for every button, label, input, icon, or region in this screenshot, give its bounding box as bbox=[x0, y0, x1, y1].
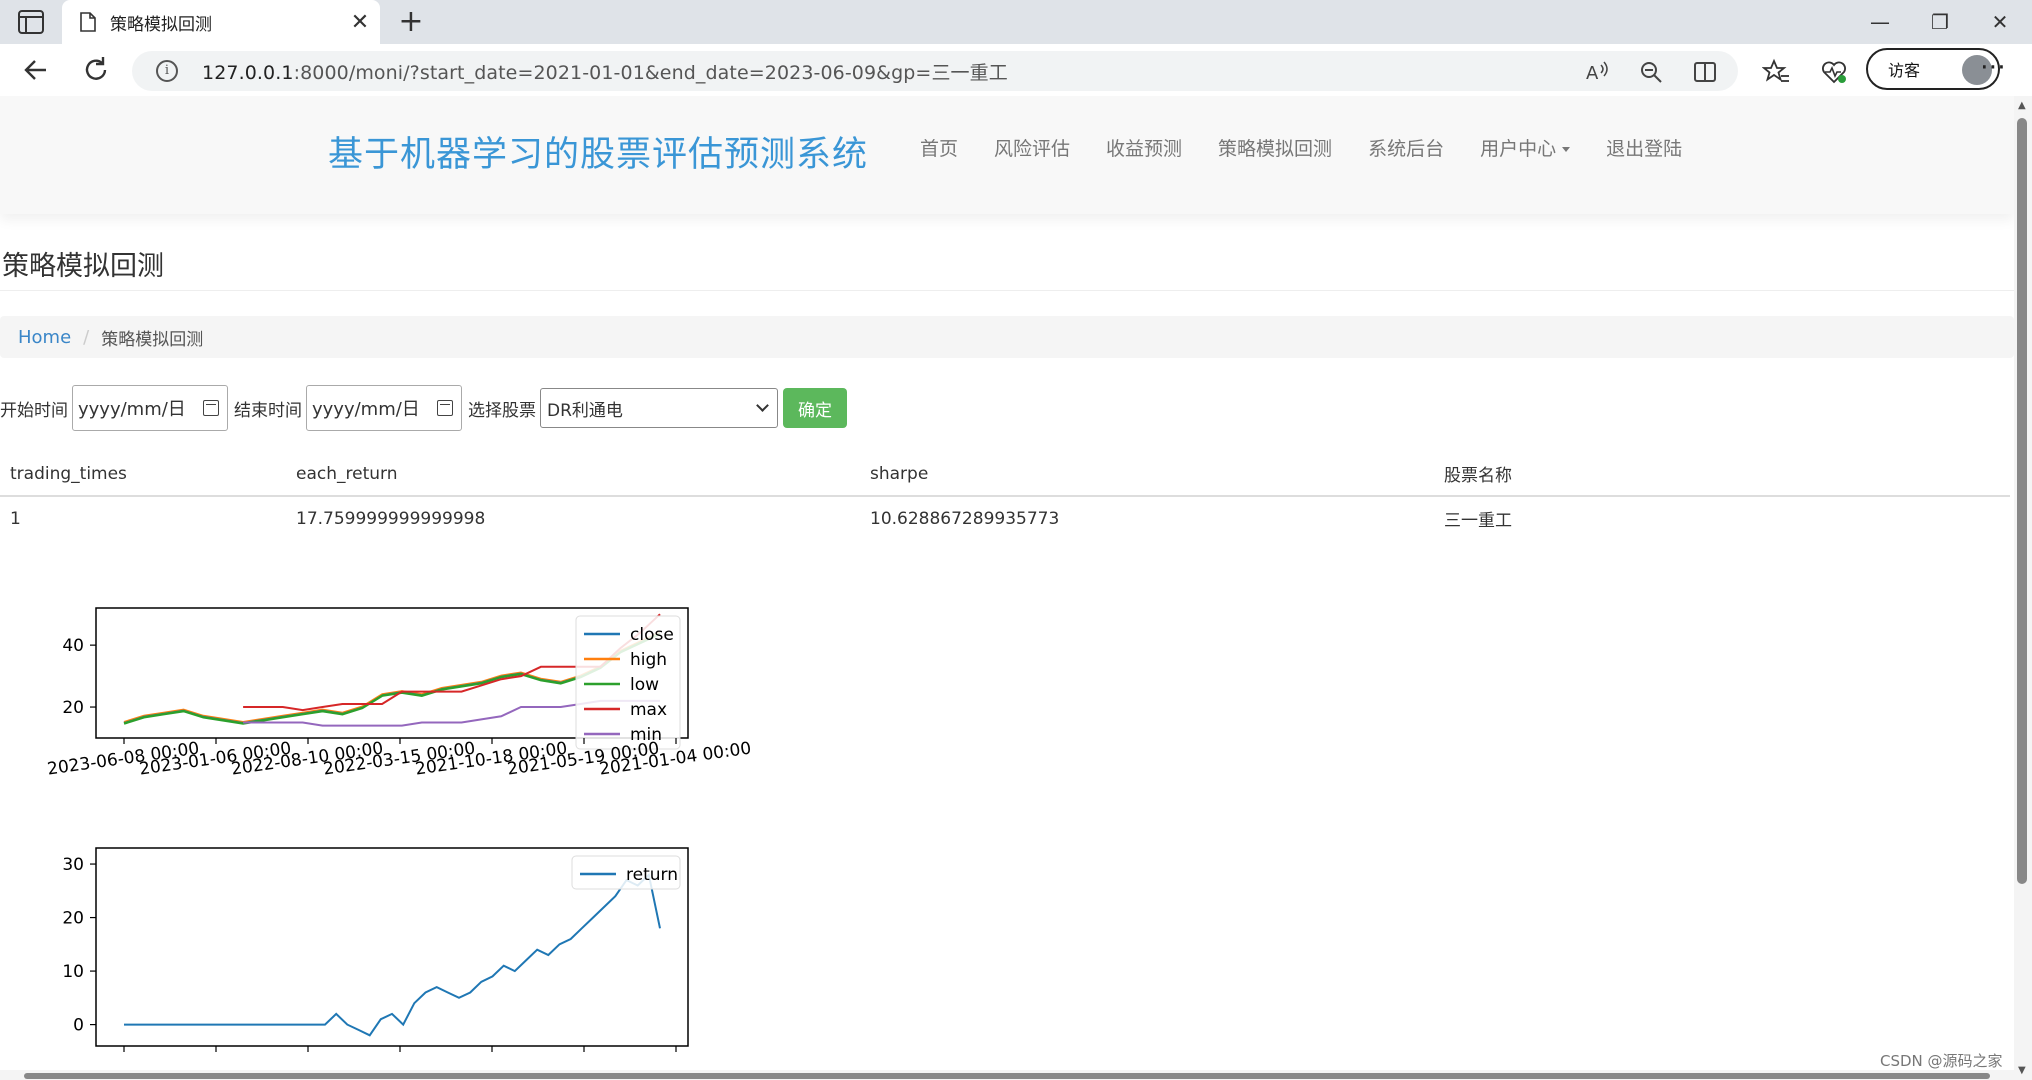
result-table: trading_times each_return sharpe 股票名称 1 … bbox=[0, 452, 2010, 540]
end-date-label: 结束时间 bbox=[234, 400, 302, 421]
nav-item-admin[interactable]: 系统后台 bbox=[1368, 134, 1444, 161]
col-header-sharpe: sharpe bbox=[860, 452, 1434, 497]
cell-trading-times: 1 bbox=[10, 508, 21, 529]
breadcrumb-home[interactable]: Home bbox=[18, 327, 71, 348]
chevron-down-icon bbox=[756, 399, 769, 412]
divider bbox=[0, 290, 2014, 291]
cell-sharpe: 10.628867289935773 bbox=[870, 508, 1060, 529]
col-header-stock-name: 股票名称 bbox=[1434, 452, 2010, 497]
end-date-placeholder: yyyy/mm/日 bbox=[312, 399, 420, 420]
tab-title: 策略模拟回测 bbox=[110, 14, 212, 35]
split-screen-icon[interactable] bbox=[1692, 59, 1718, 85]
table-header-row: trading_times each_return sharpe 股票名称 bbox=[0, 452, 2010, 497]
legend-label: max bbox=[630, 700, 667, 720]
read-aloud-icon[interactable]: A bbox=[1584, 59, 1610, 85]
user-center-label: 用户中心 bbox=[1480, 138, 1557, 160]
breadcrumb-separator: / bbox=[83, 326, 90, 348]
site-brand[interactable]: 基于机器学习的股票评估预测系统 bbox=[328, 126, 868, 177]
url-field[interactable]: i 127.0.0.1:8000/moni/?start_date=2021-0… bbox=[132, 51, 1738, 91]
nav-item-backtest[interactable]: 策略模拟回测 bbox=[1218, 134, 1332, 161]
health-icon[interactable] bbox=[1820, 58, 1848, 86]
address-bar-row: i 127.0.0.1:8000/moni/?start_date=2021-0… bbox=[0, 44, 2032, 96]
stock-select[interactable]: DR利通电 bbox=[540, 388, 778, 428]
zoom-icon[interactable] bbox=[1638, 59, 1664, 85]
nav-item-forecast[interactable]: 收益预测 bbox=[1106, 134, 1182, 161]
browser-tab-bar: 策略模拟回测 ✕ + — ❐ ✕ bbox=[0, 0, 2032, 44]
legend-label: low bbox=[630, 675, 659, 695]
scroll-down-icon[interactable]: ▼ bbox=[2018, 1065, 2026, 1076]
nav-item-home[interactable]: 首页 bbox=[920, 134, 958, 161]
y-tick-label: 20 bbox=[62, 698, 84, 718]
filter-form: 开始时间 yyyy/mm/日 结束时间 yyyy/mm/日 选择股票 DR利通电… bbox=[0, 384, 847, 432]
url-path: :8000/moni/?start_date=2021-01-01&end_da… bbox=[293, 61, 1008, 84]
start-date-input[interactable]: yyyy/mm/日 bbox=[72, 385, 228, 431]
nav-item-user-center[interactable]: 用户中心 bbox=[1480, 134, 1571, 161]
page-title: 策略模拟回测 bbox=[2, 251, 164, 282]
horizontal-scrollbar[interactable] bbox=[0, 1070, 2014, 1080]
sidebar-icon[interactable] bbox=[18, 10, 44, 34]
browser-tab[interactable]: 策略模拟回测 ✕ bbox=[62, 0, 380, 44]
scrollbar-thumb[interactable] bbox=[24, 1073, 1990, 1079]
y-tick-label: 30 bbox=[62, 855, 84, 875]
watermark: CSDN @源码之家 bbox=[1880, 1052, 2003, 1070]
col-header-each-return: each_return bbox=[286, 452, 860, 497]
cell-stock-name: 三一重工 bbox=[1444, 511, 1512, 531]
col-header-trading-times: trading_times bbox=[0, 452, 286, 497]
start-date-label: 开始时间 bbox=[0, 400, 68, 421]
calendar-icon[interactable] bbox=[203, 400, 219, 416]
url-host: 127.0.0.1 bbox=[202, 61, 294, 84]
scrollbar-thumb[interactable] bbox=[2017, 118, 2027, 884]
y-tick-label: 40 bbox=[62, 636, 84, 656]
y-tick-label: 20 bbox=[62, 909, 84, 929]
scroll-up-icon[interactable]: ▲ bbox=[2018, 100, 2026, 111]
page-icon bbox=[80, 12, 96, 32]
restore-icon[interactable]: ❐ bbox=[1910, 0, 1970, 44]
close-icon[interactable]: ✕ bbox=[340, 10, 380, 35]
more-icon[interactable]: ⋯ bbox=[1980, 52, 2006, 82]
stock-label: 选择股票 bbox=[468, 400, 536, 421]
breadcrumb: Home / 策略模拟回测 bbox=[0, 316, 2014, 358]
nav-menu: 首页 风险评估 收益预测 策略模拟回测 系统后台 用户中心 退出登陆 bbox=[920, 134, 1718, 161]
legend-label: return bbox=[626, 865, 678, 885]
submit-button[interactable]: 确定 bbox=[783, 388, 847, 428]
page-content: 基于机器学习的股票评估预测系统 首页 风险评估 收益预测 策略模拟回测 系统后台… bbox=[0, 96, 2014, 1080]
breadcrumb-current: 策略模拟回测 bbox=[101, 329, 204, 350]
calendar-icon[interactable] bbox=[437, 400, 453, 416]
nav-item-logout[interactable]: 退出登陆 bbox=[1606, 134, 1682, 161]
profile-label: 访客 bbox=[1888, 61, 1921, 80]
start-date-placeholder: yyyy/mm/日 bbox=[78, 399, 186, 420]
back-icon[interactable] bbox=[18, 52, 54, 88]
legend-label: close bbox=[630, 625, 674, 645]
window-close-icon[interactable]: ✕ bbox=[1970, 0, 2030, 44]
y-tick-label: 10 bbox=[62, 962, 84, 982]
plus-icon[interactable]: + bbox=[392, 4, 430, 40]
price-chart: 2040closehighlowmaxmin2023-06-08 00:0020… bbox=[46, 607, 753, 780]
svg-text:A: A bbox=[1586, 63, 1599, 84]
info-icon[interactable]: i bbox=[156, 60, 178, 82]
caret-down-icon bbox=[1562, 147, 1571, 152]
site-navbar: 基于机器学习的股票评估预测系统 首页 风险评估 收益预测 策略模拟回测 系统后台… bbox=[0, 96, 2014, 214]
favorites-icon[interactable] bbox=[1762, 58, 1790, 86]
y-tick-label: 0 bbox=[73, 1016, 84, 1036]
cell-each-return: 17.759999999999998 bbox=[296, 508, 486, 529]
reload-icon[interactable] bbox=[78, 52, 114, 88]
stock-selected: DR利通电 bbox=[547, 400, 623, 421]
minimize-icon[interactable]: — bbox=[1850, 0, 1910, 44]
table-row: 1 17.759999999999998 10.628867289935773 … bbox=[0, 496, 2010, 540]
end-date-input[interactable]: yyyy/mm/日 bbox=[306, 385, 462, 431]
vertical-scrollbar[interactable]: ▲ ▼ bbox=[2014, 96, 2032, 1080]
return-chart: 0 10 20 30 return bbox=[62, 847, 689, 1052]
legend-label: high bbox=[630, 650, 667, 670]
nav-item-risk[interactable]: 风险评估 bbox=[994, 134, 1070, 161]
